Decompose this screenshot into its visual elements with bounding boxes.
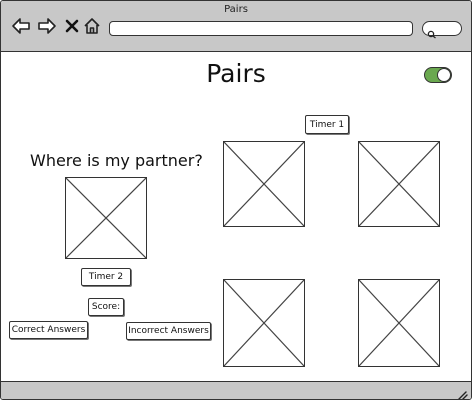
close-icon[interactable] (62, 16, 82, 36)
question-text: Where is my partner? (30, 151, 203, 170)
timer-1-label: Timer 1 (305, 115, 349, 134)
home-icon[interactable] (82, 16, 102, 36)
score-label: Score: (88, 298, 124, 316)
resize-grip-icon[interactable] (456, 386, 468, 399)
toggle-knob (437, 68, 451, 82)
search-field[interactable] (422, 21, 462, 39)
partner-image-placeholder (65, 177, 147, 259)
card-image-placeholder[interactable] (358, 141, 440, 227)
card-image-placeholder[interactable] (223, 141, 305, 227)
correct-answers-label: Correct Answers (9, 321, 88, 339)
back-arrow-icon[interactable] (11, 16, 31, 36)
search-icon (427, 24, 437, 43)
status-bar (1, 381, 471, 399)
window-title: Pairs (224, 4, 248, 15)
incorrect-answers-label: Incorrect Answers (126, 322, 211, 340)
page-title: Pairs (206, 59, 266, 88)
address-bar[interactable] (109, 21, 413, 36)
toggle-switch[interactable] (424, 67, 452, 83)
browser-toolbar: Pairs (1, 1, 471, 52)
browser-window: Pairs Pairs Where is my partner? Timer 1… (0, 0, 472, 400)
timer-2-label: Timer 2 (81, 268, 131, 286)
forward-arrow-icon[interactable] (37, 16, 57, 36)
card-image-placeholder[interactable] (358, 279, 440, 367)
card-image-placeholder[interactable] (223, 279, 305, 367)
